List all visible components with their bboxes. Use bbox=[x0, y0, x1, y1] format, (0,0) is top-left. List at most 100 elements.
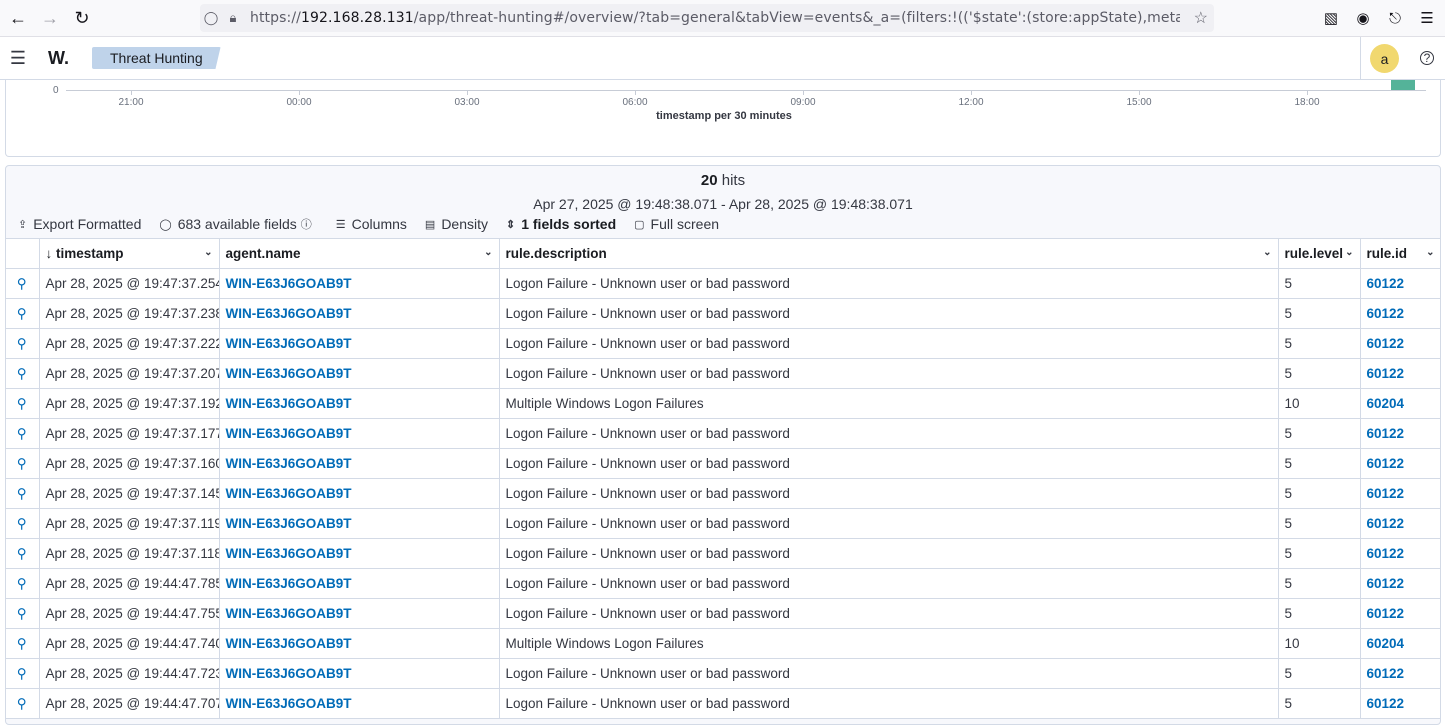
expand-document-icon[interactable]: ⚲ bbox=[6, 688, 40, 719]
available-fields-button[interactable]: ◯ 683 available fields ⓘ bbox=[159, 216, 317, 232]
chevron-down-icon[interactable]: ⌄ bbox=[1426, 247, 1434, 258]
cell-rule-id-link[interactable]: 60122 bbox=[1360, 538, 1440, 569]
table-row[interactable]: ⚲ Apr 28, 2025 @ 19:44:47.723 WIN-E63J6GOA… bbox=[6, 658, 1440, 689]
reload-icon[interactable]: ↻ bbox=[66, 2, 98, 34]
expand-document-icon[interactable]: ⚲ bbox=[6, 478, 40, 509]
cell-rule-id-link[interactable]: 60122 bbox=[1360, 478, 1440, 509]
expand-document-icon[interactable]: ⚲ bbox=[6, 658, 40, 689]
expand-document-icon[interactable]: ⚲ bbox=[6, 598, 40, 629]
cell-rule-id-link[interactable]: 60122 bbox=[1360, 598, 1440, 629]
cell-agent-name-link[interactable]: WIN-E63J6GOAB9T bbox=[219, 388, 500, 419]
results-panel: 20 hits Apr 27, 2025 @ 19:48:38.071 - Ap… bbox=[5, 165, 1441, 725]
table-row[interactable]: ⚲ Apr 28, 2025 @ 19:47:37.118 WIN-E63J6GOA… bbox=[6, 538, 1440, 569]
cell-rule-id-link[interactable]: 60204 bbox=[1360, 388, 1440, 419]
url-text[interactable]: https://192.168.28.131/app/threat-huntin… bbox=[250, 10, 1180, 26]
table-row[interactable]: ⚲ Apr 28, 2025 @ 19:47:37.222 WIN-E63J6GOA… bbox=[6, 328, 1440, 359]
expand-document-icon[interactable]: ⚲ bbox=[6, 538, 40, 569]
chevron-down-icon[interactable]: ⌄ bbox=[1263, 247, 1271, 258]
expand-document-icon[interactable]: ⚲ bbox=[6, 388, 40, 419]
sort-fields-button[interactable]: ⇕ 1 fields sorted bbox=[506, 216, 616, 232]
address-bar[interactable]: ◯ 🔒︎ https://192.168.28.131/app/threat-h… bbox=[200, 4, 1214, 32]
chevron-down-icon[interactable]: ⌄ bbox=[1345, 247, 1353, 258]
table-row[interactable]: ⚲ Apr 28, 2025 @ 19:47:37.254 WIN-E63J6GOA… bbox=[6, 268, 1440, 299]
table-row[interactable]: ⚲ Apr 28, 2025 @ 19:44:47.755 WIN-E63J6GOA… bbox=[6, 598, 1440, 629]
cell-agent-name-link[interactable]: WIN-E63J6GOAB9T bbox=[219, 478, 500, 509]
cell-rule-id-link[interactable]: 60122 bbox=[1360, 268, 1440, 299]
cell-agent-name-link[interactable]: WIN-E63J6GOAB9T bbox=[219, 538, 500, 569]
table-row[interactable]: ⚲ Apr 28, 2025 @ 19:47:37.192 WIN-E63J6GOA… bbox=[6, 388, 1440, 419]
shield-icon[interactable]: ◯ bbox=[200, 10, 222, 26]
cell-agent-name-link[interactable]: WIN-E63J6GOAB9T bbox=[219, 688, 500, 719]
cell-agent-name-link[interactable]: WIN-E63J6GOAB9T bbox=[219, 418, 500, 449]
cell-agent-name-link[interactable]: WIN-E63J6GOAB9T bbox=[219, 298, 500, 329]
cell-rule-id-link[interactable]: 60122 bbox=[1360, 358, 1440, 389]
app-header: ☰ W. Threat Hunting a ? bbox=[0, 37, 1445, 80]
column-header-agent-name[interactable]: agent.name ⌄ bbox=[219, 238, 500, 269]
chevron-down-icon[interactable]: ⌄ bbox=[484, 247, 492, 258]
table-row[interactable]: ⚲ Apr 28, 2025 @ 19:47:37.238 WIN-E63J6GOA… bbox=[6, 298, 1440, 329]
cell-rule-id-link[interactable]: 60122 bbox=[1360, 418, 1440, 449]
cell-agent-name-link[interactable]: WIN-E63J6GOAB9T bbox=[219, 448, 500, 479]
table-row[interactable]: ⚲ Apr 28, 2025 @ 19:47:37.119 WIN-E63J6GOA… bbox=[6, 508, 1440, 539]
extensions-icon[interactable]: ⎋ bbox=[1383, 4, 1407, 32]
bookmark-star-icon[interactable]: ☆ bbox=[1194, 8, 1208, 28]
menu-icon[interactable]: ☰ bbox=[1415, 4, 1439, 32]
cell-rule-id-link[interactable]: 60122 bbox=[1360, 298, 1440, 329]
table-row[interactable]: ⚲ Apr 28, 2025 @ 19:44:47.707 WIN-E63J6GOA… bbox=[6, 688, 1440, 719]
help-icon[interactable]: ? bbox=[1420, 51, 1434, 65]
pocket-icon[interactable]: ▧ bbox=[1319, 4, 1343, 32]
cell-agent-name-link[interactable]: WIN-E63J6GOAB9T bbox=[219, 598, 500, 629]
cell-agent-name-link[interactable]: WIN-E63J6GOAB9T bbox=[219, 568, 500, 599]
cell-rule-id-link[interactable]: 60122 bbox=[1360, 568, 1440, 599]
table-row[interactable]: ⚲ Apr 28, 2025 @ 19:47:37.207 WIN-E63J6GOA… bbox=[6, 358, 1440, 389]
account-icon[interactable]: ◉ bbox=[1351, 4, 1375, 32]
browser-toolbar: ← → ↻ ◯ 🔒︎ https://192.168.28.131/app/th… bbox=[0, 0, 1445, 37]
expand-document-icon[interactable]: ⚲ bbox=[6, 628, 40, 659]
cell-rule-id-link[interactable]: 60122 bbox=[1360, 508, 1440, 539]
chevron-down-icon[interactable]: ⌄ bbox=[204, 247, 212, 258]
back-icon[interactable]: ← bbox=[2, 2, 34, 34]
table-row[interactable]: ⚲ Apr 28, 2025 @ 19:44:47.740 WIN-E63J6GOA… bbox=[6, 628, 1440, 659]
cell-rule-id-link[interactable]: 60122 bbox=[1360, 328, 1440, 359]
avatar[interactable]: a bbox=[1370, 44, 1399, 73]
expand-document-icon[interactable]: ⚲ bbox=[6, 268, 40, 299]
cell-agent-name-link[interactable]: WIN-E63J6GOAB9T bbox=[219, 658, 500, 689]
column-header-rule-id[interactable]: rule.id ⌄ bbox=[1360, 238, 1440, 269]
table-row[interactable]: ⚲ Apr 28, 2025 @ 19:44:47.785 WIN-E63J6GOA… bbox=[6, 568, 1440, 599]
app-logo[interactable]: W. bbox=[48, 48, 76, 69]
cell-agent-name-link[interactable]: WIN-E63J6GOAB9T bbox=[219, 268, 500, 299]
lock-icon[interactable]: 🔒︎ bbox=[222, 10, 244, 26]
x-axis-tick-label: 09:00 bbox=[790, 97, 816, 108]
expand-document-icon[interactable]: ⚲ bbox=[6, 448, 40, 479]
expand-document-icon[interactable]: ⚲ bbox=[6, 358, 40, 389]
x-axis-tick-label: 15:00 bbox=[1126, 97, 1152, 108]
histogram-bar[interactable] bbox=[1391, 80, 1415, 90]
cell-agent-name-link[interactable]: WIN-E63J6GOAB9T bbox=[219, 628, 500, 659]
expand-document-icon[interactable]: ⚲ bbox=[6, 418, 40, 449]
expand-document-icon[interactable]: ⚲ bbox=[6, 328, 40, 359]
expand-document-icon[interactable]: ⚲ bbox=[6, 298, 40, 329]
cell-rule-id-link[interactable]: 60122 bbox=[1360, 658, 1440, 689]
full-screen-button[interactable]: ▢ Full screen bbox=[634, 216, 719, 232]
column-header-rule-description[interactable]: rule.description ⌄ bbox=[499, 238, 1279, 269]
expand-document-icon[interactable]: ⚲ bbox=[6, 568, 40, 599]
hamburger-menu-icon[interactable]: ☰ bbox=[0, 37, 36, 80]
cell-agent-name-link[interactable]: WIN-E63J6GOAB9T bbox=[219, 358, 500, 389]
table-row[interactable]: ⚲ Apr 28, 2025 @ 19:47:37.160 WIN-E63J6GOA… bbox=[6, 448, 1440, 479]
density-button[interactable]: ▤ Density bbox=[425, 216, 488, 232]
columns-button[interactable]: ☰ Columns bbox=[336, 216, 407, 232]
cell-agent-name-link[interactable]: WIN-E63J6GOAB9T bbox=[219, 328, 500, 359]
forward-icon[interactable]: → bbox=[34, 2, 66, 34]
export-formatted-button[interactable]: ⇪ Export Formatted bbox=[18, 216, 141, 232]
expand-document-icon[interactable]: ⚲ bbox=[6, 508, 40, 539]
column-header-rule-level[interactable]: rule.level ⌄ bbox=[1278, 238, 1361, 269]
cell-agent-name-link[interactable]: WIN-E63J6GOAB9T bbox=[219, 508, 500, 539]
breadcrumb-threat-hunting[interactable]: Threat Hunting bbox=[92, 47, 221, 69]
table-row[interactable]: ⚲ Apr 28, 2025 @ 19:47:37.145 WIN-E63J6GOA… bbox=[6, 478, 1440, 509]
cell-rule-id-link[interactable]: 60122 bbox=[1360, 688, 1440, 719]
cell-rule-level: 5 bbox=[1278, 568, 1361, 599]
table-row[interactable]: ⚲ Apr 28, 2025 @ 19:47:37.177 WIN-E63J6GOA… bbox=[6, 418, 1440, 449]
cell-rule-id-link[interactable]: 60122 bbox=[1360, 448, 1440, 479]
cell-rule-id-link[interactable]: 60204 bbox=[1360, 628, 1440, 659]
column-header-timestamp[interactable]: ↓ timestamp ⌄ bbox=[39, 238, 220, 269]
